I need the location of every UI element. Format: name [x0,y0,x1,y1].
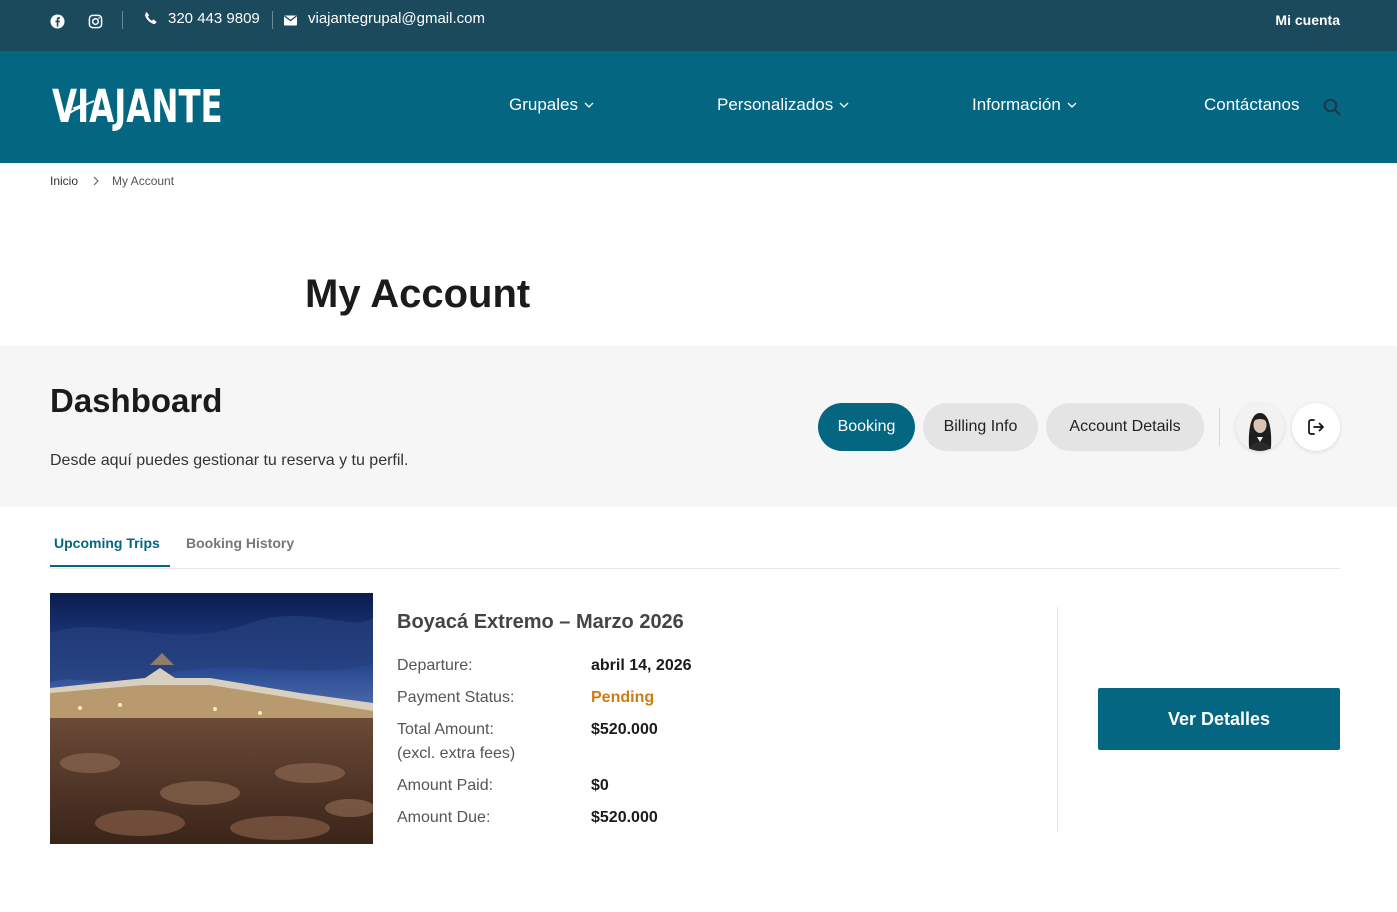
dashboard-title: Dashboard [50,382,223,419]
nav-grupales-label: Grupales [509,95,578,114]
dashboard-subtitle: Desde aquí puedes gestionar tu reserva y… [50,452,409,469]
departure-value: abril 14, 2026 [591,657,692,674]
my-account-link[interactable]: Mi cuenta [1275,12,1340,28]
logout-button[interactable] [1292,403,1340,451]
chevron-down-icon [1067,102,1077,108]
instagram-icon[interactable] [87,13,103,29]
departure-label: Departure: [397,657,473,674]
account-details-button[interactable]: Account Details [1046,403,1204,451]
nav-informacion[interactable]: Información [972,95,1077,115]
chevron-down-icon [839,102,849,108]
payment-status-badge: Pending [591,689,655,706]
nav-personalizados[interactable]: Personalizados [717,95,849,115]
nav-informacion-label: Información [972,95,1061,114]
breadcrumb: Inicio My Account [50,174,174,188]
amount-paid-label: Amount Paid: [397,777,494,794]
total-amount-value: $520.000 [591,721,658,738]
tab-booking-history[interactable]: Booking History [186,535,294,551]
main-nav: VIAJANTE Grupales Personalizados Informa… [0,51,1397,163]
user-avatar-icon [1236,403,1284,451]
amount-paid-value: $0 [591,777,609,794]
amount-due-value: $520.000 [591,809,658,826]
search-icon[interactable] [1323,98,1341,116]
total-amount-label: Total Amount: [397,721,494,738]
page-title: My Account [305,272,531,316]
trip-image [50,593,373,844]
phone-icon [144,11,158,25]
card-divider [1057,607,1058,832]
booking-button[interactable]: Booking [818,403,915,451]
chevron-down-icon [584,102,594,108]
facebook-icon[interactable] [49,13,65,29]
chevron-right-icon [93,176,99,186]
trip-title[interactable]: Boyacá Extremo – Marzo 2026 [397,611,684,634]
nav-personalizados-label: Personalizados [717,95,834,114]
trip-tabs: Upcoming Trips Booking History [50,518,1340,569]
breadcrumb-current: My Account [112,174,175,188]
divider [1219,408,1220,446]
plane-icon [59,100,95,120]
breadcrumb-home[interactable]: Inicio [50,174,78,188]
phone-number[interactable]: 320 443 9809 [168,10,260,27]
top-bar: 320 443 9809 viajantegrupal@gmail.com Mi… [0,0,1397,51]
tab-upcoming-trips[interactable]: Upcoming Trips [54,535,160,551]
payment-status-label: Payment Status: [397,689,515,706]
view-details-button[interactable]: Ver Detalles [1098,688,1340,750]
avatar[interactable] [1236,403,1284,451]
email-address[interactable]: viajantegrupal@gmail.com [308,10,485,27]
topbar-divider [122,11,123,29]
nav-contactanos[interactable]: Contáctanos [1204,95,1299,115]
billing-info-button[interactable]: Billing Info [923,403,1038,451]
logout-icon [1308,419,1324,435]
mail-icon [284,13,297,26]
topbar-divider [272,11,273,29]
total-amount-note: (excl. extra fees) [397,745,516,762]
dashboard-panel: Dashboard Desde aquí puedes gestionar tu… [0,346,1397,507]
amount-due-label: Amount Due: [397,809,491,826]
active-tab-indicator [50,565,170,567]
site-logo[interactable]: VIAJANTE [52,81,224,133]
nav-contactanos-label: Contáctanos [1204,95,1300,114]
nav-grupales[interactable]: Grupales [509,95,594,115]
